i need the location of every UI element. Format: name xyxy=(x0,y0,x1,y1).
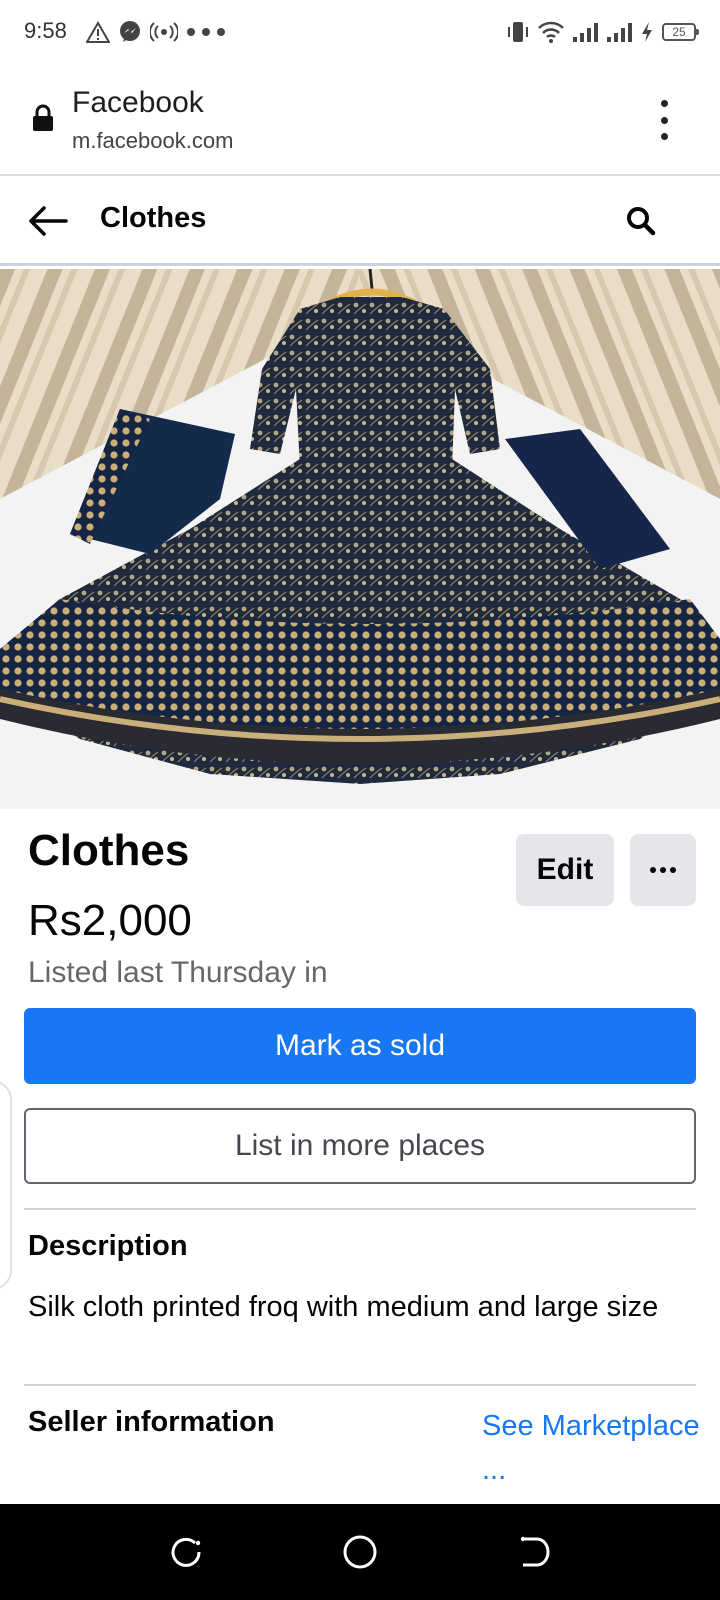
listed-date: Listed last Thursday in xyxy=(28,956,328,989)
search-icon xyxy=(627,207,656,236)
wifi-icon xyxy=(538,21,564,43)
mark-as-sold-button[interactable]: Mark as sold xyxy=(24,1008,696,1084)
browser-title[interactable]: Facebook xyxy=(72,86,204,120)
warning-icon xyxy=(86,21,110,43)
signal-icon xyxy=(573,23,598,42)
description-heading: Description xyxy=(28,1230,188,1262)
back-nav-button[interactable] xyxy=(514,1532,554,1572)
recent-apps-button[interactable] xyxy=(166,1532,206,1572)
list-in-more-places-button[interactable]: List in more places xyxy=(24,1108,696,1184)
browser-url[interactable]: m.facebook.com xyxy=(72,128,233,154)
browser-bar: Facebook m.facebook.com xyxy=(0,64,720,176)
status-left-icons xyxy=(86,18,226,46)
edit-button[interactable]: Edit xyxy=(516,834,614,906)
battery-level: 25 xyxy=(672,25,686,39)
home-icon xyxy=(343,1535,377,1569)
charging-icon xyxy=(642,22,652,42)
listing-title: Clothes xyxy=(28,826,190,875)
browser-menu-icon[interactable] xyxy=(652,100,676,140)
home-button[interactable] xyxy=(340,1532,380,1572)
seller-information-heading: Seller information xyxy=(28,1406,275,1438)
divider xyxy=(24,1384,696,1386)
listing-price: Rs2,000 xyxy=(28,896,192,945)
see-marketplace-link[interactable]: See Marketplace ... xyxy=(482,1404,702,1492)
edge-panel-handle[interactable] xyxy=(0,1080,12,1290)
lock-icon xyxy=(33,104,53,131)
signal-icon xyxy=(607,23,632,42)
more-dot xyxy=(670,867,676,873)
page-title: Clothes xyxy=(100,202,207,234)
status-bar: 9:58 25 xyxy=(0,0,720,64)
more-options-button[interactable] xyxy=(630,834,696,906)
description-text: Silk cloth printed froq with medium and … xyxy=(28,1291,659,1323)
more-dots-icon xyxy=(187,28,225,36)
divider xyxy=(24,1208,696,1210)
more-dot xyxy=(650,867,656,873)
battery-icon: 25 xyxy=(662,23,699,41)
recent-apps-icon xyxy=(171,1537,201,1567)
search-button[interactable] xyxy=(622,202,660,240)
app-header: Clothes xyxy=(0,176,720,266)
messenger-icon xyxy=(120,21,140,42)
vibrate-icon xyxy=(508,22,528,42)
status-right-icons: 25 xyxy=(506,18,699,46)
back-button[interactable] xyxy=(26,200,70,242)
navigation-bar xyxy=(0,1504,720,1600)
more-dot xyxy=(660,867,666,873)
dress-photo xyxy=(0,269,720,809)
status-time: 9:58 xyxy=(24,18,67,43)
hotspot-icon xyxy=(150,22,178,42)
back-nav-icon xyxy=(520,1536,550,1567)
product-image[interactable] xyxy=(0,269,720,809)
back-arrow-icon xyxy=(29,206,68,236)
